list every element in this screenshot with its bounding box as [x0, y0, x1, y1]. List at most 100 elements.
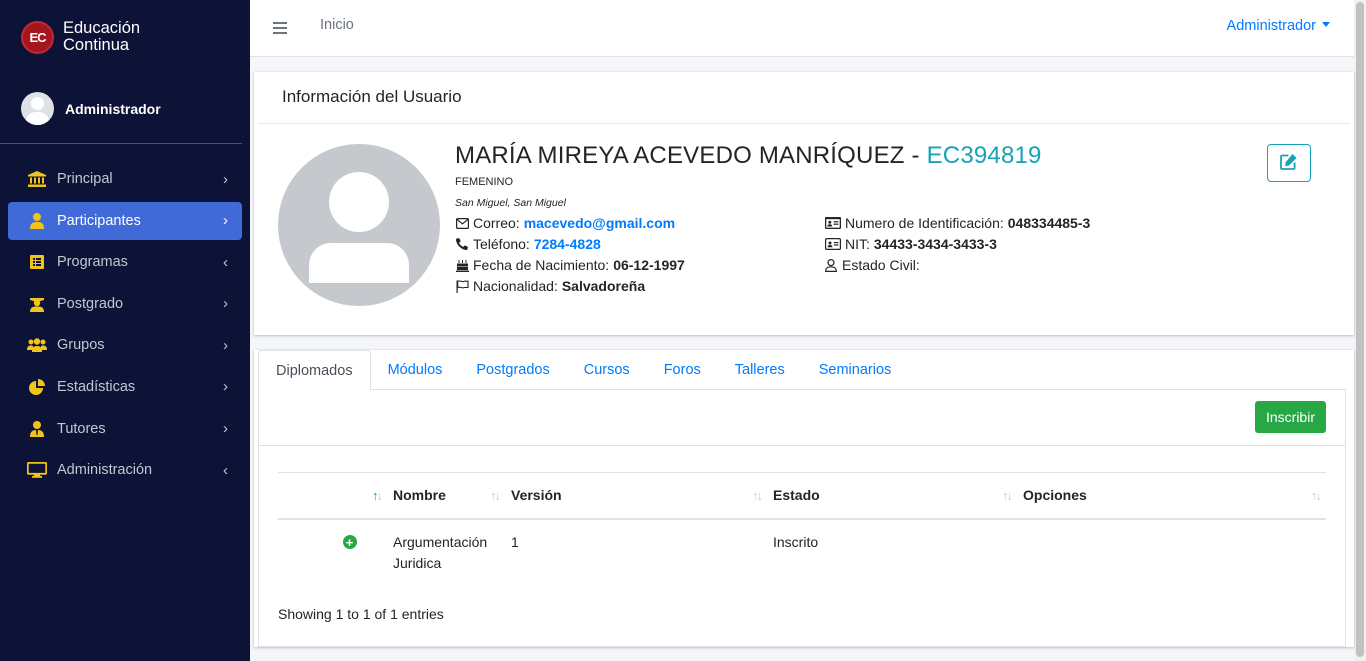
tutor-icon — [26, 420, 48, 438]
sidebar-nav: Principal › Participantes › Programas ‹ … — [0, 144, 250, 489]
nombre-cell: Argumentación Juridica — [393, 533, 488, 571]
sidebar-item-grupos[interactable]: Grupos › — [8, 326, 242, 364]
records-card: Diplomados Módulos Postgrados Cursos For… — [254, 350, 1354, 647]
sort-icon: ↑↓ — [1002, 488, 1013, 503]
chevron-right-icon: › — [223, 212, 228, 230]
pie-chart-icon — [26, 378, 48, 396]
pane-toolbar: Inscribir — [259, 390, 1345, 446]
edit-profile-button[interactable] — [1267, 144, 1311, 182]
chevron-right-icon: › — [223, 295, 228, 313]
nit-info: NIT: 34433-3434-3433-3 — [824, 236, 997, 252]
tab-postgrados[interactable]: Postgrados — [459, 350, 566, 390]
profile-city: San Miguel, San Miguel — [455, 197, 566, 209]
profile-gender: FEMENINO — [455, 176, 514, 188]
flag-icon — [455, 279, 469, 293]
tab-foros[interactable]: Foros — [647, 350, 718, 390]
user-outline-icon — [824, 258, 838, 272]
diplomados-table: ↑↓ Nombre ↑↓ Versión ↑↓ Estado ↑↓ Opciones ↑… — [278, 472, 1326, 586]
sidebar-item-estadisticas[interactable]: Estadísticas › — [8, 368, 242, 406]
card-title: Información del Usuario — [258, 72, 1350, 124]
sidebar-item-postgrado[interactable]: Postgrado › — [8, 285, 242, 323]
brand-line1: Educación — [63, 19, 141, 37]
column-header-version[interactable]: Versión ↑↓ — [505, 472, 767, 520]
phone-icon — [455, 237, 469, 251]
chevron-right-icon: › — [223, 170, 228, 188]
birthday-cake-icon — [455, 258, 469, 272]
nationality-label: Nacionalidad: — [473, 278, 558, 294]
envelope-icon — [455, 216, 469, 230]
sidebar-item-participantes[interactable]: Participantes › — [8, 201, 242, 240]
nationality-info: Nacionalidad: Salvadoreña — [455, 278, 645, 294]
user-panel[interactable]: Administrador — [0, 74, 242, 144]
profile-fullname: MARÍA MIREYA ACEVEDO MANRÍQUEZ - — [455, 142, 927, 169]
tab-modulos[interactable]: Módulos — [371, 350, 460, 390]
graduate-icon — [26, 295, 48, 313]
topbar: Inicio Administrador — [250, 0, 1354, 57]
chevron-left-icon: ‹ — [223, 461, 228, 479]
sidebar-item-principal[interactable]: Principal › — [8, 160, 242, 198]
bank-icon — [26, 170, 48, 188]
id-number-value: 048334485-3 — [1007, 215, 1091, 231]
chevron-left-icon: ‹ — [223, 253, 228, 271]
user-menu-dropdown[interactable]: Administrador — [1227, 18, 1330, 34]
sidebar-item-administracion[interactable]: Administración ‹ — [8, 451, 242, 489]
estado-cell: Inscrito — [773, 533, 819, 550]
chevron-right-icon: › — [223, 420, 228, 438]
expand-cell[interactable]: + — [278, 519, 387, 586]
column-header-opciones[interactable]: Opciones ↑↓ — [1017, 472, 1326, 520]
sidebar-item-label: Postgrado — [57, 295, 124, 312]
nit-label: NIT: — [845, 236, 870, 252]
email-info: Correo: macevedo@gmail.com — [455, 215, 675, 231]
tab-cursos[interactable]: Cursos — [567, 350, 647, 390]
chevron-right-icon: › — [223, 378, 228, 396]
brand-logo-text: EC — [29, 29, 46, 45]
brand-link[interactable]: EC Educación Continua — [0, 0, 250, 74]
sidebar-item-programas[interactable]: Programas ‹ — [8, 243, 242, 281]
sidebar-item-label: Tutores — [57, 420, 106, 437]
profile-code: EC394819 — [926, 142, 1042, 169]
birth-value: 06-12-1997 — [613, 257, 685, 273]
id-number-info: Numero de Identificación: 048334485-3 — [824, 215, 1090, 231]
hamburger-menu-icon[interactable] — [273, 22, 287, 34]
user-menu-label: Administrador — [1226, 18, 1316, 34]
email-link[interactable]: macevedo@gmail.com — [524, 215, 675, 231]
home-link[interactable]: Inicio — [320, 17, 354, 33]
caret-down-icon — [1322, 22, 1330, 28]
diplomados-pane: Inscribir ↑↓ Nombre ↑↓ Versión ↑↓ Estado ↑↓… — [258, 390, 1346, 647]
sidebar-item-label: Estadísticas — [57, 378, 136, 395]
list-icon — [26, 253, 48, 271]
sidebar-item-label: Participantes — [57, 212, 141, 229]
tab-diplomados[interactable]: Diplomados — [258, 350, 371, 391]
column-header-estado[interactable]: Estado ↑↓ — [767, 472, 1017, 520]
email-label: Correo: — [473, 215, 520, 231]
civil-status-label: Estado Civil: — [842, 257, 920, 273]
monitor-icon — [26, 461, 48, 479]
brand-text: Educación Continua — [63, 20, 140, 54]
phone-info: Teléfono: 7284-4828 — [455, 236, 601, 252]
inscribir-button[interactable]: Inscribir — [1254, 401, 1326, 433]
column-header-nombre[interactable]: Nombre ↑↓ — [387, 472, 505, 520]
chevron-right-icon: › — [223, 336, 228, 354]
table-row: + Argumentación Juridica 1 Inscrito — [278, 519, 1326, 586]
opciones-cell — [1017, 519, 1326, 586]
tab-talleres[interactable]: Talleres — [718, 350, 802, 390]
column-header-expand[interactable]: ↑↓ — [278, 472, 387, 520]
page-scrollbar[interactable] — [1354, 0, 1366, 661]
records-tabs: Diplomados Módulos Postgrados Cursos For… — [258, 350, 1346, 391]
nationality-value: Salvadoreña — [561, 278, 646, 294]
plus-circle-icon[interactable]: + — [342, 535, 357, 549]
sidebar-item-label: Programas — [57, 254, 128, 271]
brand-logo: EC — [21, 20, 54, 54]
users-icon — [26, 336, 48, 354]
tab-seminarios[interactable]: Seminarios — [802, 350, 909, 390]
user-info-card: Información del Usuario MARÍA MIREYA ACE… — [254, 72, 1354, 335]
table-info: Showing 1 to 1 of 1 entries — [278, 606, 444, 622]
phone-link[interactable]: 7284-4828 — [534, 236, 601, 252]
user-panel-name: Administrador — [65, 100, 161, 117]
sort-icon: ↑↓ — [1311, 488, 1322, 503]
sidebar-item-tutores[interactable]: Tutores › — [8, 410, 242, 448]
nit-value: 34433-3434-3433-3 — [873, 236, 997, 252]
sidebar-item-label: Grupos — [57, 337, 105, 354]
sidebar-item-label: Principal — [57, 171, 113, 187]
scrollbar-thumb[interactable] — [1356, 2, 1364, 657]
